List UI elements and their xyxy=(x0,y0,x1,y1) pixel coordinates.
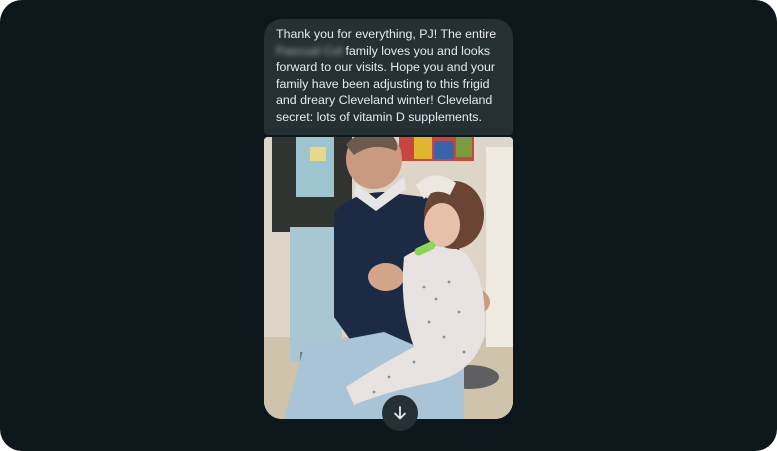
redacted-name: Pascual Cohn xyxy=(276,43,342,58)
photo-illustration xyxy=(264,137,513,419)
message-bubble: Thank you for everything, PJ! The entire… xyxy=(264,19,513,135)
arrow-down-icon xyxy=(394,406,406,420)
scroll-down-button[interactable] xyxy=(382,395,418,431)
message-text-start: Thank you for everything, PJ! The entire xyxy=(276,27,497,41)
chat-window: Thank you for everything, PJ! The entire… xyxy=(0,0,777,451)
photo-attachment[interactable] xyxy=(264,137,513,419)
